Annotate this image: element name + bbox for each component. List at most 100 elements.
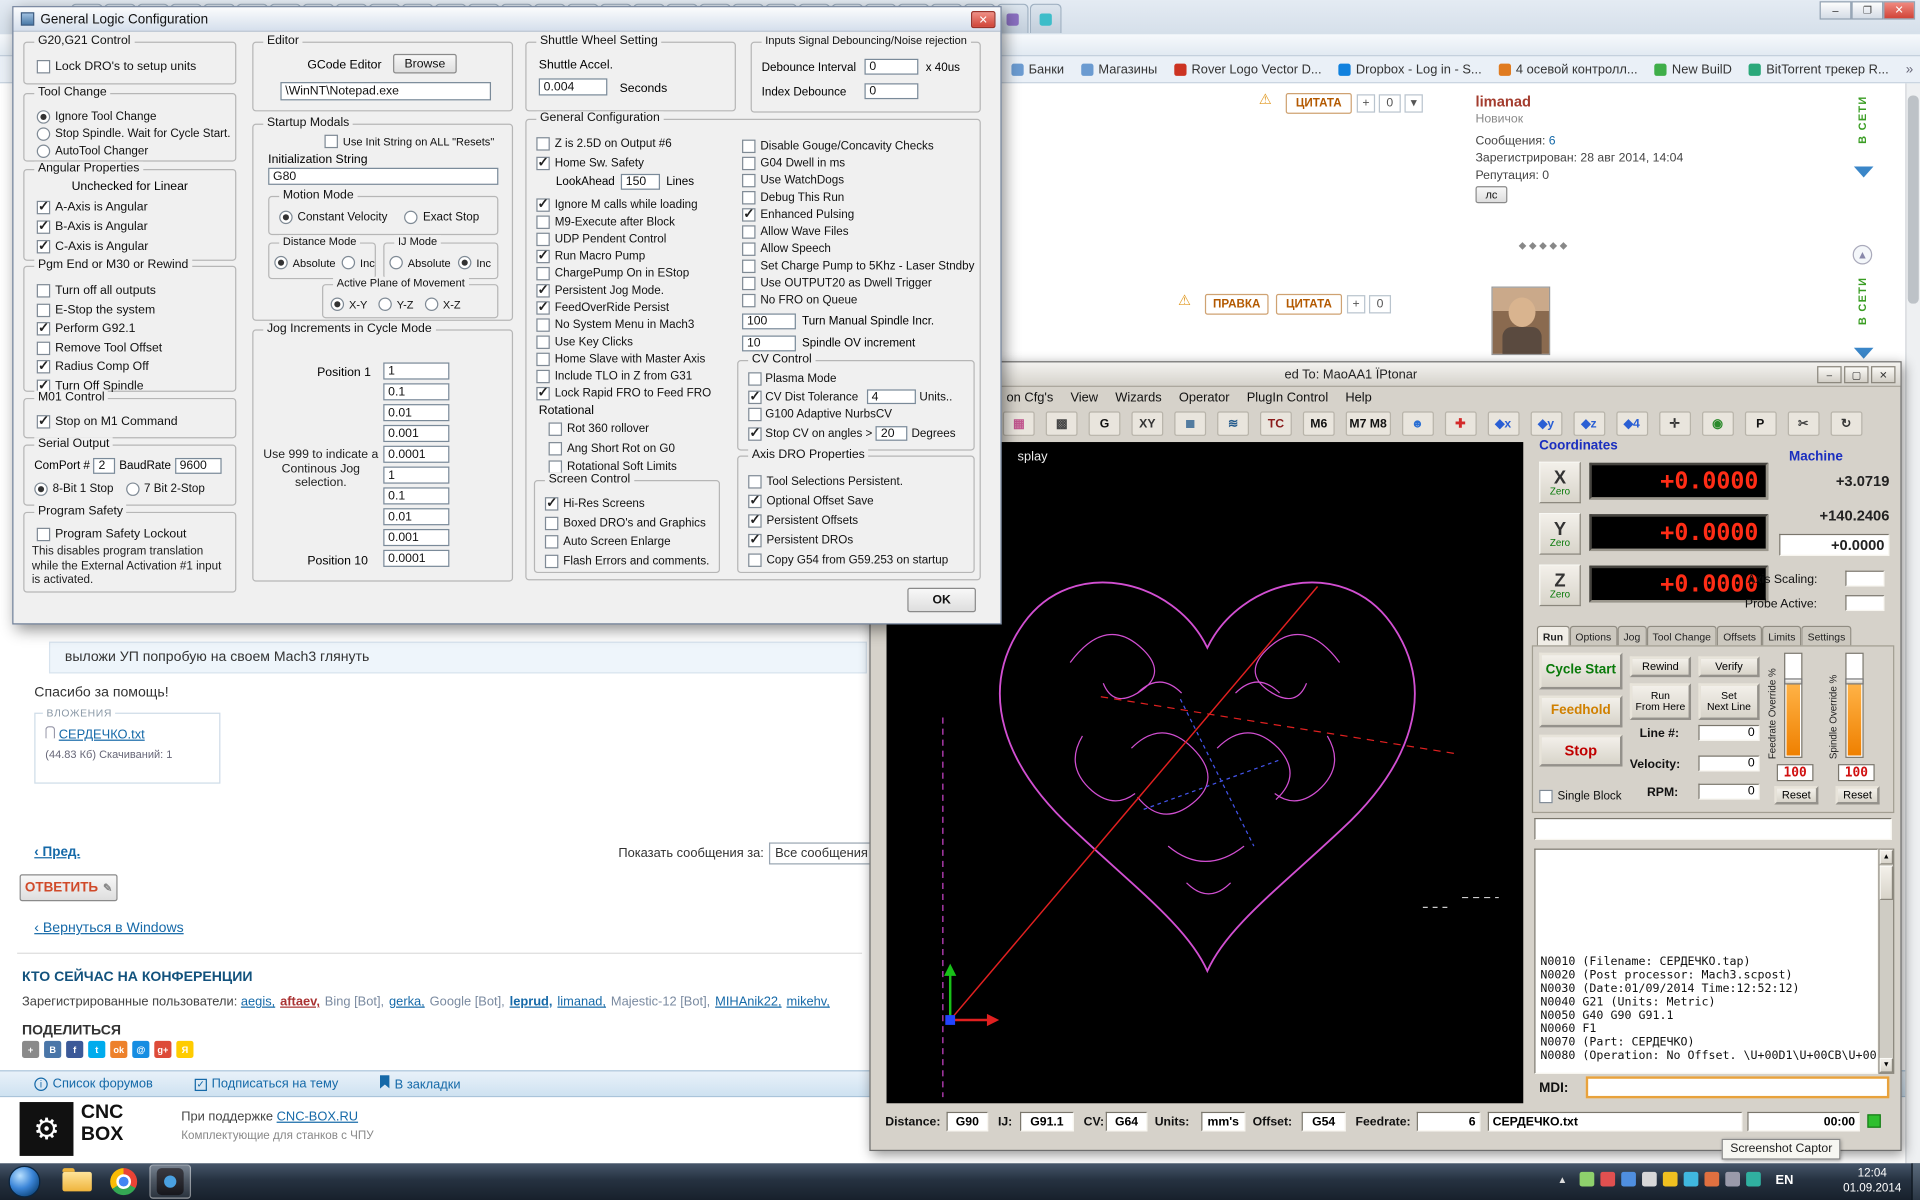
checkbox-option[interactable]: B-Axis is Angular xyxy=(37,217,149,237)
spindle-reset-button[interactable]: Reset xyxy=(1836,786,1880,804)
gcode-line[interactable]: N0080 (Operation: No Offset. \U+00D1\U+0… xyxy=(1540,1049,1878,1062)
language-indicator[interactable]: EN xyxy=(1776,1173,1794,1188)
checkbox-option[interactable]: E-Stop the system xyxy=(37,301,162,320)
p-icon[interactable]: P xyxy=(1744,411,1776,435)
share-ya-icon[interactable]: Я xyxy=(176,1041,193,1058)
radio-option[interactable]: Inc xyxy=(342,256,375,269)
checkbox-option[interactable]: Enhanced Pulsing xyxy=(742,206,974,223)
rep-plus-button[interactable]: + xyxy=(1347,295,1365,313)
checkbox[interactable] xyxy=(536,266,549,279)
username-link[interactable]: Majestic-12 [Bot], xyxy=(611,994,710,1009)
shuttle-accel-input[interactable]: 0.004 xyxy=(539,78,608,95)
checkbox-option[interactable]: Plasma Mode xyxy=(748,372,836,385)
close-button[interactable] xyxy=(1883,1,1915,19)
tray-icon[interactable] xyxy=(1642,1172,1657,1187)
axis-z-icon[interactable]: ◆z xyxy=(1573,411,1605,435)
tool-change-icon[interactable]: TC xyxy=(1260,411,1292,435)
close-button[interactable]: ✕ xyxy=(1871,366,1895,383)
checkbox[interactable] xyxy=(536,301,549,314)
checkbox[interactable] xyxy=(742,173,755,186)
menu-item[interactable]: on Cfg's xyxy=(998,390,1062,405)
quote-button[interactable]: ЦИТАТА xyxy=(1286,93,1352,114)
reply-button[interactable]: ОТВЕТИТЬ✎ xyxy=(20,874,118,901)
radio[interactable] xyxy=(378,298,391,311)
waves-icon[interactable]: ≋ xyxy=(1217,411,1249,435)
mach3-tab[interactable]: Jog xyxy=(1617,626,1646,647)
gcode-line[interactable]: N0040 G21 (Units: Metric) xyxy=(1540,996,1878,1009)
jog-increment-input[interactable]: 0.0001 xyxy=(383,550,449,567)
checkbox-option[interactable]: Disable Gouge/Concavity Checks xyxy=(742,137,974,154)
minimize-button[interactable]: – xyxy=(1817,366,1841,383)
menu-item[interactable]: Wizards xyxy=(1107,390,1171,405)
radio[interactable] xyxy=(331,298,344,311)
checkbox[interactable] xyxy=(37,341,50,354)
feedrate-override-slider[interactable] xyxy=(1784,653,1802,758)
jog-increment-input[interactable]: 1 xyxy=(383,467,449,484)
plus-icon[interactable]: ✛ xyxy=(1659,411,1691,435)
zero-axis-button[interactable]: Y Zero xyxy=(1539,513,1581,555)
radio[interactable] xyxy=(37,127,50,140)
checkbox[interactable] xyxy=(37,200,50,213)
tray-icon[interactable] xyxy=(1725,1172,1740,1187)
share-gp-icon[interactable]: g+ xyxy=(154,1041,171,1058)
bookmark-item[interactable]: BitTorrent трекер R... xyxy=(1749,62,1889,77)
radio-option[interactable]: X-Z xyxy=(425,298,461,311)
mach3-tab[interactable]: Limits xyxy=(1762,626,1801,647)
checkbox[interactable] xyxy=(536,335,549,348)
radio-option[interactable]: AutoTool Changer xyxy=(37,142,231,159)
radio[interactable] xyxy=(425,298,438,311)
back-to-forum-link[interactable]: ‹ Вернуться в Windows xyxy=(34,921,183,936)
tray-icon[interactable] xyxy=(1600,1172,1615,1187)
checkbox[interactable] xyxy=(748,533,761,546)
feedhold-button[interactable]: Feedhold xyxy=(1539,696,1622,728)
checkbox-option[interactable]: Home Sw. Safety xyxy=(536,154,671,173)
jog-increment-input[interactable]: 0.01 xyxy=(383,508,449,525)
username-link[interactable]: aftaev, xyxy=(280,994,320,1009)
radio-option[interactable]: Stop Spindle. Wait for Cycle Start. xyxy=(37,125,231,142)
checkbox[interactable] xyxy=(742,242,755,255)
share-fb-icon[interactable]: f xyxy=(66,1041,83,1058)
maximize-button[interactable]: ▢ xyxy=(1844,366,1868,383)
baudrate-input[interactable]: 9600 xyxy=(175,458,222,474)
taskbar-item-explorer[interactable] xyxy=(56,1164,98,1198)
cnc-box-link[interactable]: CNC-BOX.RU xyxy=(277,1109,358,1124)
scroll-top-button[interactable]: ▲ xyxy=(1853,245,1873,265)
mdi-input[interactable] xyxy=(1586,1076,1890,1098)
checkbox[interactable] xyxy=(748,408,761,421)
index-debounce-input[interactable]: 0 xyxy=(864,83,918,99)
checkbox-option[interactable]: Persistent Offsets xyxy=(748,511,948,531)
checkbox-option[interactable]: Ang Short Rot on G0 xyxy=(549,439,677,458)
share-tw-icon[interactable]: t xyxy=(88,1041,105,1058)
debounce-interval-input[interactable]: 0 xyxy=(864,59,918,75)
checkbox[interactable] xyxy=(545,497,558,510)
checkbox-option[interactable]: Use OUTPUT20 as Dwell Trigger xyxy=(742,274,974,291)
radio-option[interactable]: Inc xyxy=(458,256,491,269)
set-next-line-button[interactable]: Set Next Line xyxy=(1698,683,1759,720)
username-link[interactable]: Google [Bot], xyxy=(430,994,505,1009)
checkbox[interactable] xyxy=(37,360,50,373)
radio[interactable] xyxy=(274,256,287,269)
axis-x-icon[interactable]: ◆x xyxy=(1487,411,1519,435)
checkbox-option[interactable]: Program Safety Lockout xyxy=(37,525,187,544)
quote-button[interactable]: ЦИТАТА xyxy=(1276,294,1342,315)
bookmark-item[interactable]: Dropbox - Log in - S... xyxy=(1339,62,1482,77)
checkbox[interactable] xyxy=(37,284,50,297)
checkbox[interactable] xyxy=(748,553,761,566)
checkbox[interactable] xyxy=(742,208,755,221)
radio-option[interactable]: X-Y xyxy=(331,298,368,311)
bookmark-item[interactable]: Банки xyxy=(1011,62,1064,77)
checkbox[interactable] xyxy=(549,442,562,455)
checkbox-option[interactable]: Allow Speech xyxy=(742,240,974,257)
attachment-link[interactable]: СЕРДЕЧКО.txt xyxy=(45,726,144,742)
m7-m8-icon[interactable]: M7 M8 xyxy=(1346,411,1391,435)
zero-axis-button[interactable]: X Zero xyxy=(1539,462,1581,504)
checkbox[interactable] xyxy=(545,516,558,529)
menu-item[interactable]: View xyxy=(1062,390,1107,405)
single-block-checkbox[interactable] xyxy=(1539,790,1552,803)
checkbox[interactable] xyxy=(536,283,549,296)
checkbox-option[interactable]: Rot 360 rollover xyxy=(549,420,677,439)
checkbox-option[interactable]: G04 Dwell in ms xyxy=(742,154,974,171)
m6-icon[interactable]: M6 xyxy=(1303,411,1335,435)
cv-dist-tolerance-input[interactable]: 4 xyxy=(867,389,916,404)
table-icon[interactable]: ≣ xyxy=(1174,411,1206,435)
